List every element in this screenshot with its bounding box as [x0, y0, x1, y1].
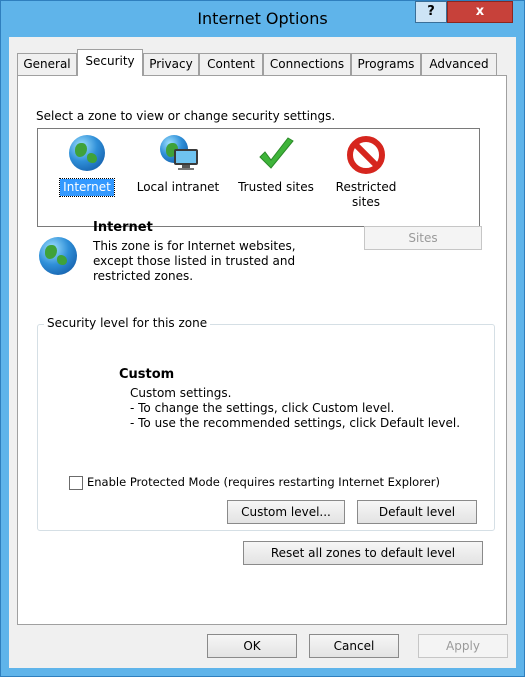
close-button[interactable]: x: [447, 1, 513, 23]
zone-local-intranet[interactable]: Local intranet: [130, 129, 226, 196]
description-line: - To change the settings, click Custom l…: [130, 401, 395, 415]
dialog-client-area: General Security Privacy Content Connect…: [9, 37, 516, 668]
apply-button[interactable]: Apply: [418, 634, 508, 658]
security-level-group: Security level for this zone Custom Cust…: [37, 316, 495, 531]
protected-mode-label[interactable]: Enable Protected Mode (requires restarti…: [87, 475, 440, 489]
zone-title: Internet: [93, 220, 153, 235]
zone-description: This zone is for Internet websites, exce…: [93, 239, 296, 284]
restricted-icon: [346, 135, 386, 175]
tab-general[interactable]: General: [17, 53, 77, 75]
zone-label: Trusted sites: [238, 180, 314, 194]
reset-all-zones-button[interactable]: Reset all zones to default level: [243, 541, 483, 565]
zone-label-line: sites: [352, 195, 380, 209]
checkmark-icon: [256, 135, 296, 175]
title-bar[interactable]: Internet Options ? x: [1, 1, 524, 37]
custom-level-button[interactable]: Custom level...: [227, 500, 345, 524]
zone-internet[interactable]: Internet: [52, 129, 122, 197]
tab-security[interactable]: Security: [77, 49, 143, 76]
cancel-button[interactable]: Cancel: [309, 634, 399, 658]
intranet-icon: [158, 135, 198, 175]
help-button[interactable]: ?: [415, 1, 447, 23]
zone-label: Restricted sites: [333, 179, 400, 211]
internet-zone-icon: [38, 233, 78, 275]
security-level-name: Custom: [119, 367, 175, 382]
default-level-button[interactable]: Default level: [357, 500, 477, 524]
tab-privacy[interactable]: Privacy: [143, 53, 199, 75]
tab-connections[interactable]: Connections: [263, 53, 351, 75]
zone-description-line: except those listed in trusted and: [93, 254, 296, 268]
zone-description-line: This zone is for Internet websites,: [93, 239, 296, 253]
description-line: Custom settings.: [130, 386, 232, 400]
globe-icon: [67, 135, 107, 175]
security-tab-panel: Select a zone to view or change security…: [17, 75, 507, 625]
ok-button[interactable]: OK: [207, 634, 297, 658]
sites-button[interactable]: Sites: [364, 226, 482, 250]
zone-description-line: restricted zones.: [93, 269, 194, 283]
internet-options-window: Internet Options ? x General Security Pr…: [0, 0, 525, 677]
description-line: - To use the recommended settings, click…: [130, 416, 461, 430]
zone-label-line: Restricted: [335, 180, 397, 194]
protected-mode-checkbox[interactable]: [69, 476, 83, 490]
zone-restricted-sites[interactable]: Restricted sites: [328, 129, 404, 211]
group-label: Security level for this zone: [44, 316, 211, 330]
tab-advanced[interactable]: Advanced: [421, 53, 497, 75]
tab-content[interactable]: Content: [199, 53, 263, 75]
zone-trusted-sites[interactable]: Trusted sites: [234, 129, 318, 196]
security-level-description: Custom settings. - To change the setting…: [130, 386, 460, 431]
zone-label: Internet: [59, 178, 115, 197]
zone-label: Local intranet: [136, 180, 220, 194]
tab-programs[interactable]: Programs: [351, 53, 421, 75]
zone-prompt: Select a zone to view or change security…: [36, 109, 336, 123]
zone-list: Internet Local intranet Trusted sites Re…: [37, 128, 480, 227]
